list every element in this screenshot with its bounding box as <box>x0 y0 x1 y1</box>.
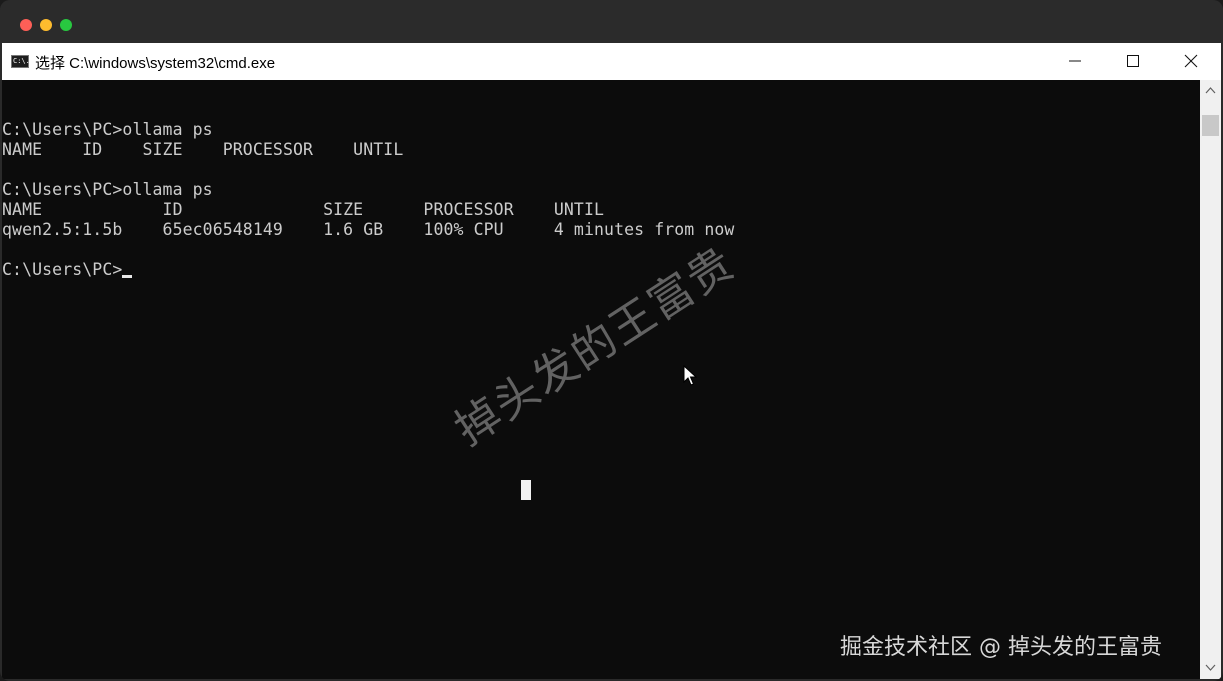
minimize-button[interactable] <box>1046 43 1104 80</box>
scroll-up-arrow-icon[interactable] <box>1205 86 1216 94</box>
window-title: 选择 C:\windows\system32\cmd.exe <box>35 55 276 72</box>
console-output[interactable]: C:\Users\PC>ollama ps NAME ID SIZE PROCE… <box>2 80 1200 679</box>
close-button[interactable] <box>1162 43 1220 80</box>
maximize-button[interactable] <box>1104 43 1162 80</box>
cmd-icon: C:\. <box>11 55 30 68</box>
credit-watermark: 掘金技术社区 @ 掉头发的王富贵 <box>840 635 1162 660</box>
console-line: NAME ID SIZE PROCESSOR UNTIL <box>2 200 605 219</box>
scroll-down-arrow-icon[interactable] <box>1205 664 1216 672</box>
mac-zoom-dot[interactable] <box>60 19 72 31</box>
mac-minimize-dot[interactable] <box>40 19 52 31</box>
text-caret <box>122 275 132 278</box>
minimize-icon <box>1069 60 1081 62</box>
close-icon <box>1184 54 1198 68</box>
cmd-title-bar[interactable]: C:\. 选择 C:\windows\system32\cmd.exe <box>2 43 1221 80</box>
vertical-scrollbar[interactable] <box>1200 80 1221 679</box>
scrollbar-thumb[interactable] <box>1202 115 1219 136</box>
mouse-pointer-icon <box>683 365 697 386</box>
mac-close-dot[interactable] <box>20 19 32 31</box>
console-line: C:\Users\PC>ollama ps <box>2 180 213 199</box>
screen-frame: C:\. 选择 C:\windows\system32\cmd.exe C:\U… <box>0 0 1223 681</box>
text-cursor-block <box>521 480 531 500</box>
console-line: NAME ID SIZE PROCESSOR UNTIL <box>2 140 404 159</box>
console-line: C:\Users\PC>ollama ps <box>2 120 213 139</box>
console-prompt: C:\Users\PC> <box>2 260 123 279</box>
maximize-icon <box>1127 55 1139 67</box>
console-line: qwen2.5:1.5b 65ec06548149 1.6 GB 100% CP… <box>2 220 735 239</box>
mac-window-bar <box>0 0 1223 43</box>
